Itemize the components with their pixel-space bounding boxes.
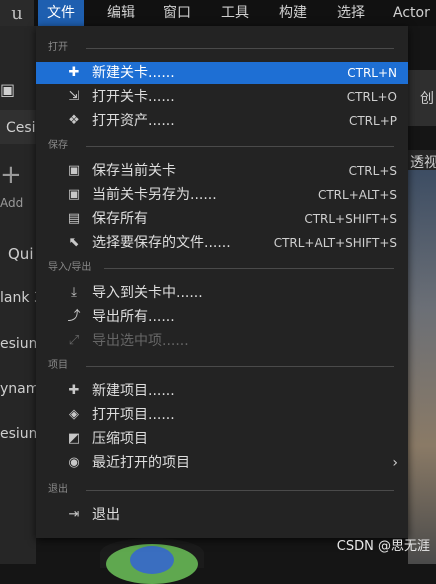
menu-item-open-level[interactable]: ⇲ 打开关卡...... CTRL+O (36, 86, 408, 108)
menu-item-open-asset[interactable]: ❖ 打开资产...... CTRL+P (36, 110, 408, 132)
menu-tools[interactable]: 工具 (212, 0, 258, 26)
section-project: 项目 (36, 358, 408, 374)
open-project-icon: ◈ (69, 407, 79, 422)
import-icon: ⤓ (71, 285, 77, 300)
file-menu-dropdown: 打开 ✚ 新建关卡...... CTRL+N ⇲ 打开关卡...... CTRL+O ❖… (36, 26, 408, 538)
create-button[interactable]: 创 (420, 88, 434, 108)
menu-bar: u 文件 编辑 窗口 工具 构建 选择 Actor (0, 0, 436, 26)
open-level-icon: ⇲ (68, 89, 80, 104)
menu-item-import[interactable]: ⤓ 导入到关卡中...... (36, 282, 408, 304)
section-exit: 退出 (36, 482, 408, 498)
new-level-icon: ✚ (68, 65, 80, 80)
menu-select[interactable]: 选择 (328, 0, 374, 26)
viewport-image (408, 170, 436, 564)
exit-icon: ⇥ (68, 507, 80, 522)
menu-item-recent-projects[interactable]: ◉ 最近打开的项目 › (36, 452, 408, 474)
section-save: 保存 (36, 138, 408, 154)
menu-item-new-project[interactable]: ✚ 新建项目...... (36, 380, 408, 402)
menu-build[interactable]: 构建 (270, 0, 316, 26)
left-label: Cesi (6, 120, 36, 136)
new-project-icon: ✚ (68, 383, 80, 398)
left-label: ynam (0, 381, 40, 397)
menu-item-choose-files[interactable]: ⬉ 选择要保存的文件...... CTRL+ALT+SHIFT+S (36, 232, 408, 254)
left-label: Add (0, 196, 24, 210)
menu-item-open-project[interactable]: ◈ 打开项目...... (36, 404, 408, 426)
left-label: Qui (8, 245, 34, 263)
menu-file[interactable]: 文件 (38, 0, 84, 26)
menu-item-save-all[interactable]: ▤ 保存所有 CTRL+SHIFT+S (36, 208, 408, 230)
open-asset-icon: ❖ (68, 113, 80, 128)
menu-item-export-all[interactable]: ⤴ 导出所有...... (36, 306, 408, 328)
menu-item-export-selected: ⤢ 导出选中项...... (36, 330, 408, 352)
watermark: CSDN @思无涯 (336, 539, 430, 554)
menu-actor[interactable]: Actor (384, 0, 436, 26)
section-open: 打开 (36, 40, 408, 56)
unreal-logo-icon: u (0, 0, 34, 26)
menu-item-save-as[interactable]: ▣ 当前关卡另存为...... CTRL+ALT+S (36, 184, 408, 206)
add-icon[interactable]: + (0, 160, 22, 190)
recent-projects-icon: ◉ (68, 455, 80, 470)
section-import-export: 导入/导出 (36, 260, 408, 276)
save-all-icon: ▤ (67, 211, 81, 226)
menu-edit[interactable]: 编辑 (98, 0, 144, 26)
export-selected-icon: ⤢ (68, 333, 80, 348)
menu-item-exit[interactable]: ⇥ 退出 (36, 504, 408, 526)
choose-files-icon: ⬉ (68, 235, 80, 250)
menu-item-zip-project[interactable]: ◩ 压缩项目 (36, 428, 408, 450)
perspective-label[interactable]: 透视 (410, 152, 436, 172)
menu-window[interactable]: 窗口 (154, 0, 200, 26)
save-icon[interactable]: ▣ (0, 80, 15, 99)
zip-project-icon: ◩ (67, 431, 81, 446)
menu-item-save-current[interactable]: ▣ 保存当前关卡 CTRL+S (36, 160, 408, 182)
save-as-icon: ▣ (67, 187, 81, 202)
export-all-icon: ⤴ (67, 309, 81, 324)
save-icon: ▣ (67, 163, 81, 178)
chevron-right-icon: › (392, 455, 398, 471)
menu-item-new-level[interactable]: ✚ 新建关卡...... CTRL+N (36, 62, 408, 84)
